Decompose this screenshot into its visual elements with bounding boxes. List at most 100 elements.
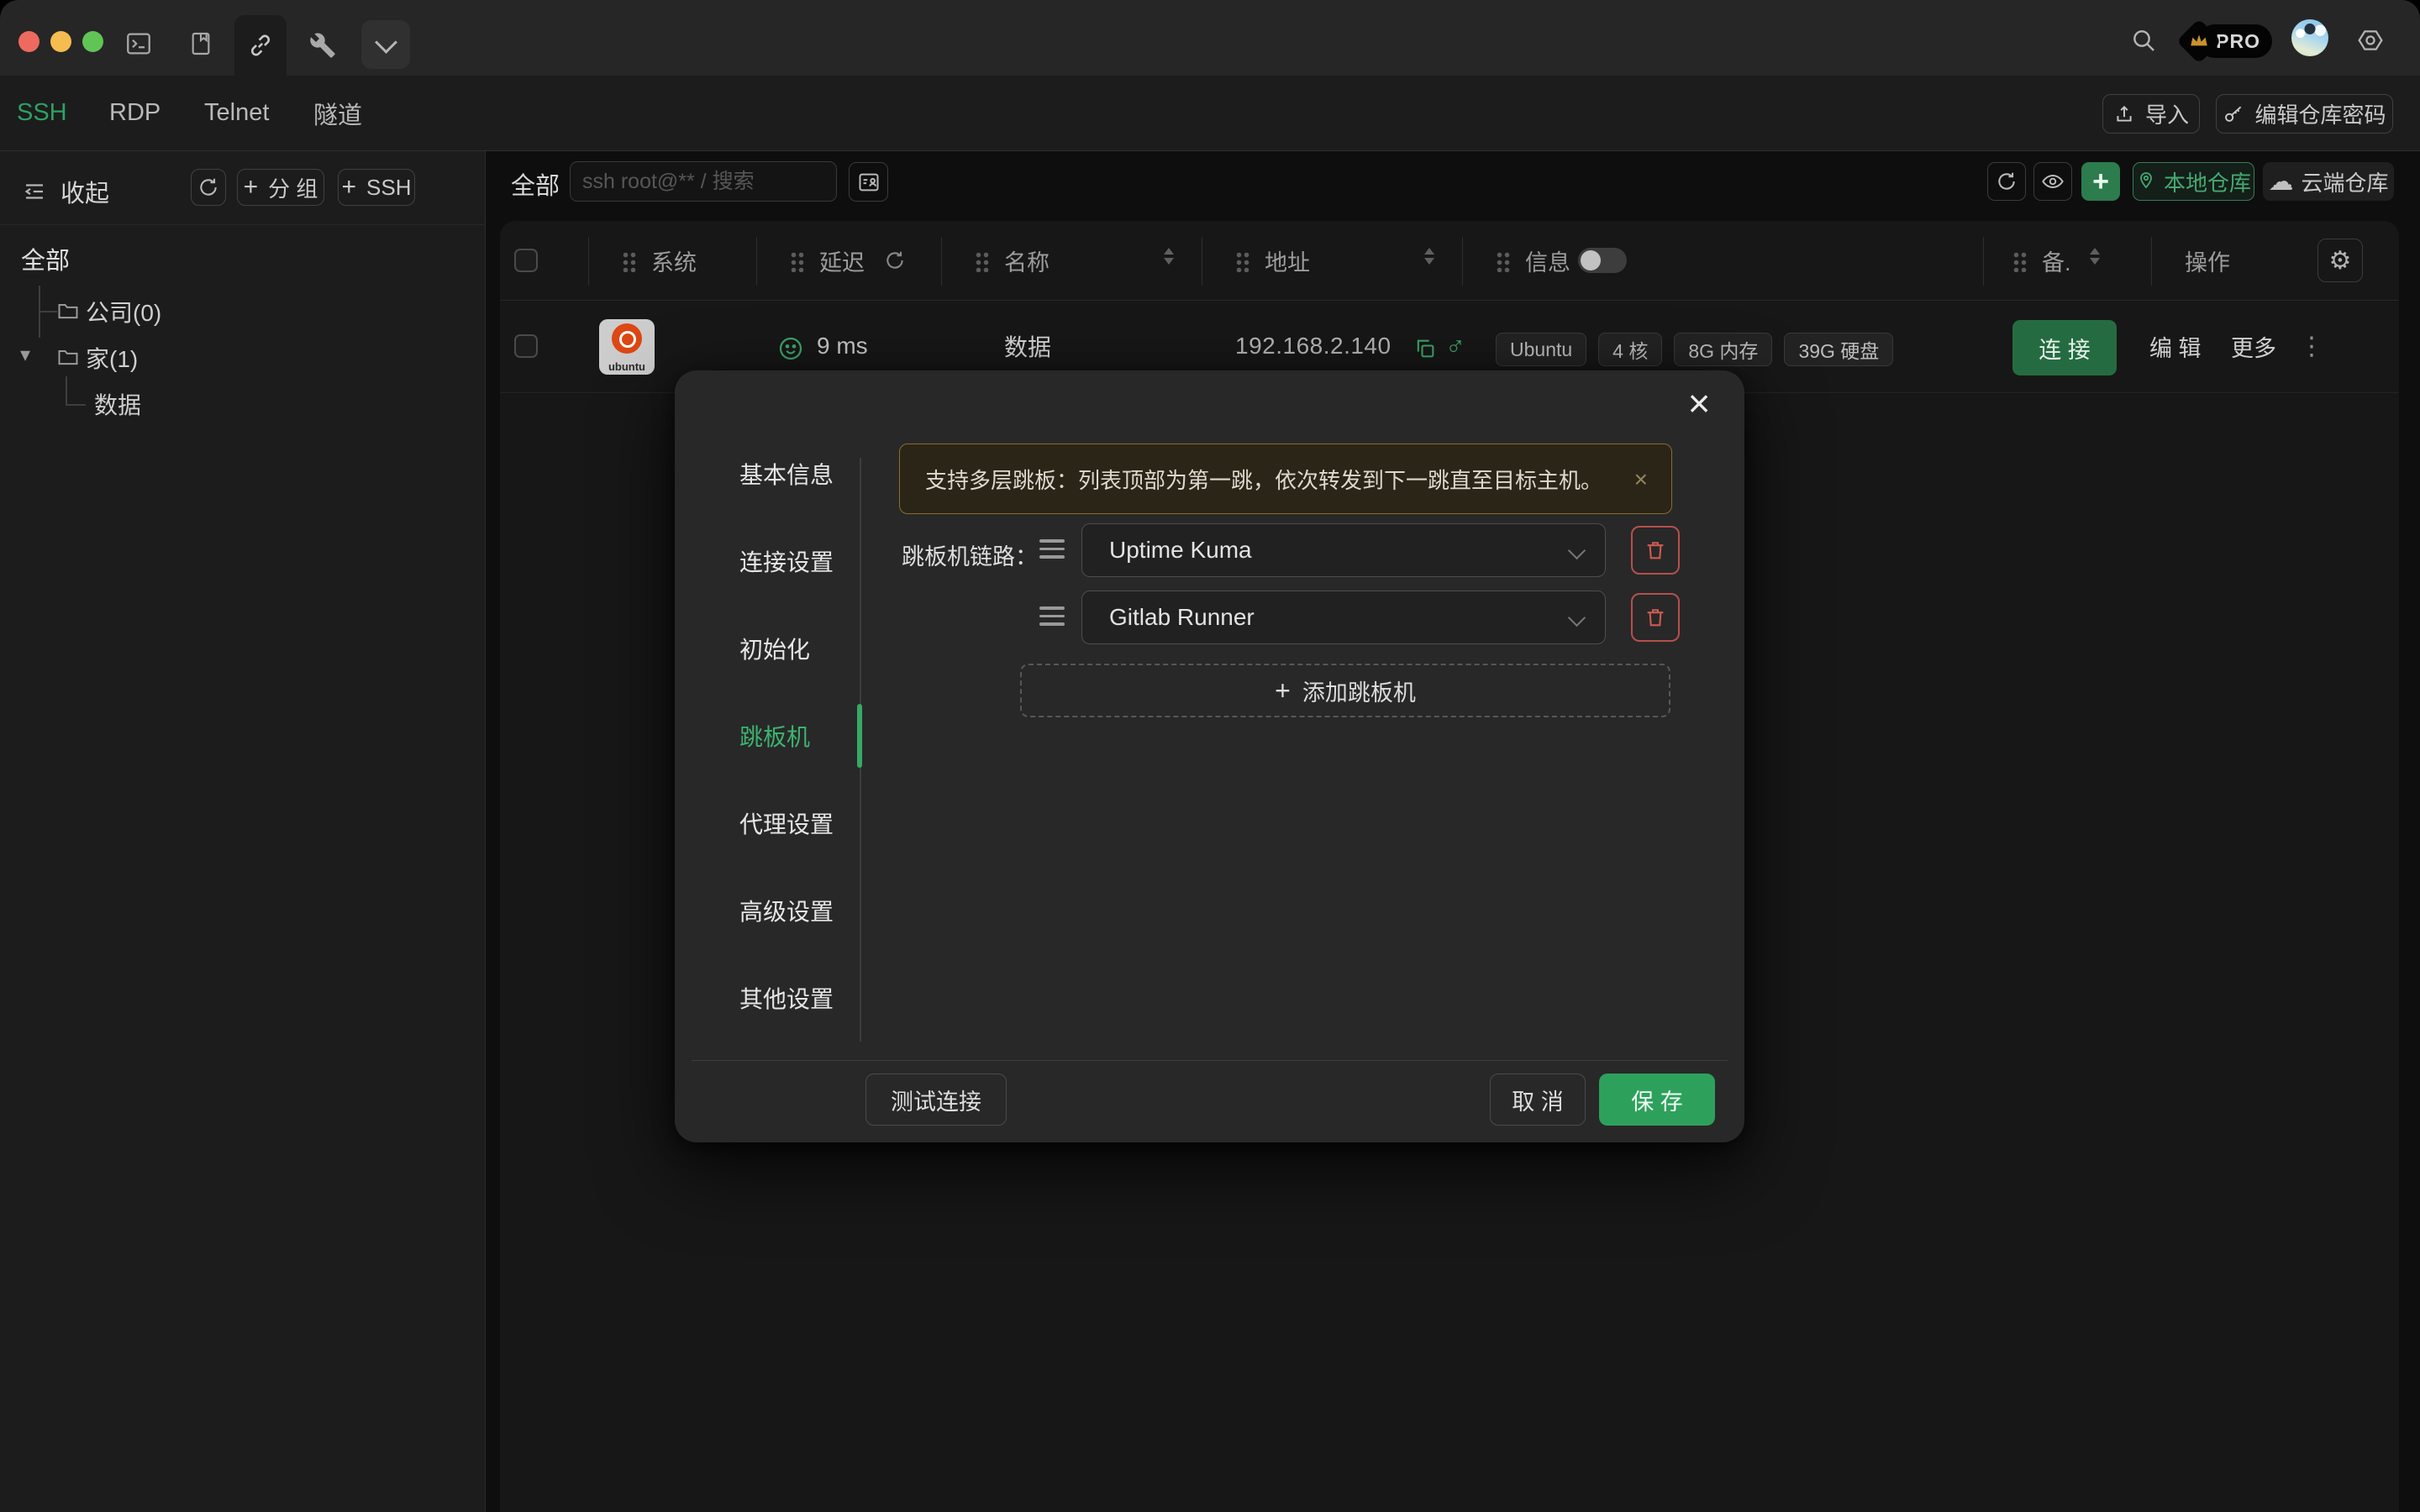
jump-server-select-2[interactable]: Gitlab Runner bbox=[1081, 591, 1606, 644]
close-window-button[interactable] bbox=[18, 31, 39, 52]
jump-server-select-1[interactable]: Uptime Kuma bbox=[1081, 523, 1606, 577]
sort-name-control[interactable] bbox=[1164, 248, 1174, 265]
more-tabs-button[interactable] bbox=[361, 20, 410, 69]
keychain-tab-button[interactable] bbox=[308, 30, 338, 60]
modal-nav-other[interactable]: 其他设置 bbox=[739, 981, 891, 1015]
minimize-window-button[interactable] bbox=[50, 31, 71, 52]
test-connection-button[interactable]: 测试连接 bbox=[865, 1074, 1007, 1126]
modal-nav-basic-info[interactable]: 基本信息 bbox=[739, 457, 891, 491]
drag-handle-dots-icon[interactable] bbox=[790, 251, 805, 272]
select-all-checkbox[interactable] bbox=[514, 249, 538, 272]
add-group-label: 分 组 bbox=[268, 172, 318, 203]
more-button[interactable]: 更多 bbox=[2231, 300, 2276, 392]
edit-repo-password-button[interactable]: 编辑仓库密码 bbox=[2216, 94, 2393, 134]
upload-icon bbox=[2113, 103, 2135, 125]
tab-ssh[interactable]: SSH bbox=[17, 76, 67, 150]
refresh-list-button[interactable] bbox=[1987, 162, 2026, 201]
delete-jump-1-button[interactable] bbox=[1631, 526, 1680, 575]
sort-remark-control[interactable] bbox=[2090, 248, 2100, 265]
search-button[interactable] bbox=[2128, 25, 2159, 55]
header-address[interactable]: 地址 bbox=[1265, 237, 1310, 284]
tree-line bbox=[39, 311, 57, 312]
chain-label: 跳板机链路： bbox=[902, 538, 1038, 571]
snippets-tab-button[interactable] bbox=[186, 29, 216, 59]
settings-button[interactable] bbox=[2355, 25, 2386, 55]
refresh-latency-icon[interactable] bbox=[884, 249, 906, 271]
delete-jump-2-button[interactable] bbox=[1631, 593, 1680, 642]
local-repo-button[interactable]: 本地仓库 bbox=[2133, 162, 2254, 201]
sidebar-header: 收起 + 分 组 + SSH bbox=[0, 151, 486, 225]
modal-nav-connection[interactable]: 连接设置 bbox=[739, 544, 891, 578]
header-system[interactable]: 系统 bbox=[651, 237, 697, 284]
edit-host-modal: × 基本信息 连接设置 初始化 跳板机 代理设置 高级设置 其他设置 支持多层跳… bbox=[675, 370, 1744, 1142]
info-toggle-switch[interactable] bbox=[1578, 248, 1627, 273]
drag-handle-dots-icon[interactable] bbox=[622, 251, 637, 272]
banner-close-icon[interactable]: × bbox=[1634, 466, 1648, 493]
host-search-input[interactable] bbox=[570, 161, 837, 202]
header-info[interactable]: 信息 bbox=[1525, 237, 1570, 284]
modal-nav-advanced[interactable]: 高级设置 bbox=[739, 894, 891, 927]
drag-handle-dots-icon[interactable] bbox=[1235, 251, 1250, 272]
maximize-window-button[interactable] bbox=[82, 31, 103, 52]
row-checkbox[interactable] bbox=[514, 334, 538, 358]
tree-item-data[interactable]: 数据 bbox=[94, 387, 141, 421]
save-button[interactable]: 保 存 bbox=[1599, 1074, 1715, 1126]
plus-icon: + bbox=[2092, 165, 2109, 198]
table-settings-button[interactable]: ⚙ bbox=[2317, 239, 2363, 282]
modal-nav-proxy[interactable]: 代理设置 bbox=[739, 806, 891, 840]
edit-button[interactable]: 编 辑 bbox=[2149, 300, 2202, 392]
modal-nav-init[interactable]: 初始化 bbox=[739, 632, 891, 665]
drag-handle-dots-icon[interactable] bbox=[2012, 251, 2028, 272]
tab-telnet[interactable]: Telnet bbox=[204, 76, 269, 150]
header-name[interactable]: 名称 bbox=[1004, 237, 1050, 284]
add-host-button[interactable]: + bbox=[2081, 162, 2120, 201]
tree-item-all[interactable]: 全部 bbox=[21, 242, 70, 276]
drag-handle-icon[interactable] bbox=[1039, 539, 1065, 559]
tree-line bbox=[66, 404, 86, 406]
import-label: 导入 bbox=[2145, 98, 2189, 129]
collapse-sidebar-button[interactable]: 收起 bbox=[22, 174, 109, 209]
terminal-tab-button[interactable] bbox=[124, 29, 154, 59]
toggle-knob bbox=[1581, 250, 1601, 270]
column-divider bbox=[1983, 237, 1984, 286]
host-card-view-button[interactable] bbox=[849, 162, 888, 202]
hosts-tab-button-active[interactable] bbox=[234, 15, 287, 76]
cloud-repo-button[interactable]: ☁ 云端仓库 bbox=[2263, 162, 2394, 201]
add-group-button[interactable]: + 分 组 bbox=[237, 169, 324, 206]
sidebar: 收起 + 分 组 + SSH 全部 公司(0) ▾ bbox=[0, 151, 486, 1512]
import-button[interactable]: 导入 bbox=[2102, 94, 2200, 134]
chevron-down-icon bbox=[1568, 609, 1586, 627]
refresh-tree-button[interactable] bbox=[191, 169, 226, 206]
jump-info-banner: 支持多层跳板：列表顶部为第一跳，依次转发到下一跳直至目标主机。 × bbox=[899, 444, 1672, 514]
toggle-visibility-button[interactable] bbox=[2033, 162, 2072, 201]
credential-male-icon[interactable]: ♂ bbox=[1445, 331, 1465, 362]
host-info-tags: Ubuntu 4 核 8G 内存 39G 硬盘 bbox=[1496, 333, 1893, 366]
more-ellipsis-icon[interactable]: ⋮ bbox=[2299, 300, 2324, 392]
tab-tunnel[interactable]: 隧道 bbox=[313, 76, 362, 150]
add-ssh-button[interactable]: + SSH bbox=[338, 169, 415, 206]
drag-handle-dots-icon[interactable] bbox=[975, 251, 990, 272]
tab-rdp[interactable]: RDP bbox=[109, 76, 160, 150]
os-logo-label: ubuntu bbox=[599, 360, 655, 373]
header-remark[interactable]: 备. bbox=[2042, 237, 2071, 284]
modal-nav-jump-server[interactable]: 跳板机 bbox=[739, 719, 891, 753]
modal-close-button[interactable]: × bbox=[1679, 383, 1719, 423]
drag-handle-icon[interactable] bbox=[1039, 606, 1065, 627]
terminal-icon bbox=[124, 29, 153, 58]
drag-handle-dots-icon[interactable] bbox=[1496, 251, 1511, 272]
refresh-icon bbox=[197, 176, 219, 198]
user-avatar[interactable] bbox=[2291, 19, 2328, 56]
cancel-button[interactable]: 取 消 bbox=[1490, 1074, 1586, 1126]
wrench-icon bbox=[309, 32, 336, 59]
plus-icon: + bbox=[244, 173, 259, 202]
collapse-label: 收起 bbox=[60, 174, 109, 209]
connect-button[interactable]: 连 接 bbox=[2012, 320, 2117, 375]
tree-item-company[interactable]: 公司(0) bbox=[86, 295, 161, 328]
header-latency[interactable]: 延迟 bbox=[819, 237, 865, 284]
caret-down-icon[interactable]: ▾ bbox=[20, 343, 30, 367]
tree-item-home[interactable]: 家(1) bbox=[86, 341, 138, 375]
copy-address-icon[interactable] bbox=[1413, 337, 1437, 360]
sort-address-control[interactable] bbox=[1424, 248, 1434, 265]
add-jump-server-button[interactable]: + 添加跳板机 bbox=[1020, 664, 1670, 717]
link-icon bbox=[246, 31, 275, 60]
